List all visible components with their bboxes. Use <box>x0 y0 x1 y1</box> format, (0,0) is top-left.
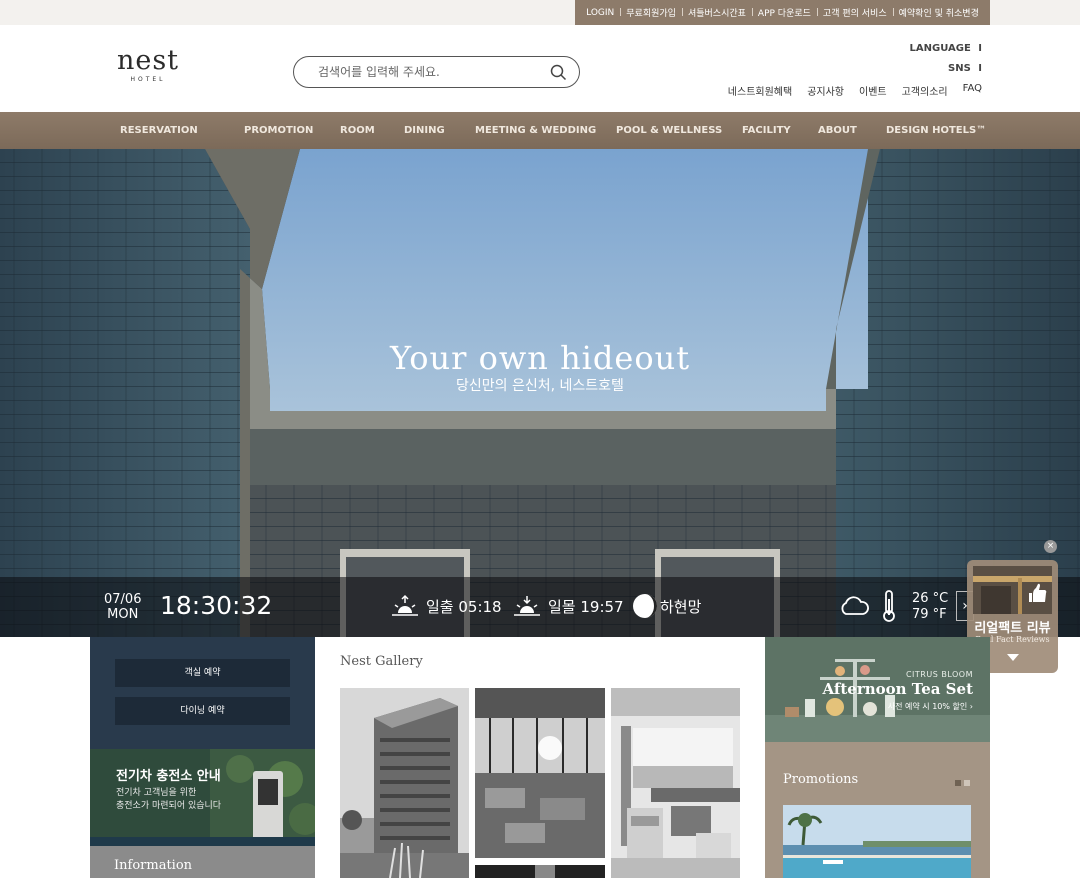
chevron-down-icon[interactable] <box>1007 654 1019 661</box>
top-utility-bar: LOGIN 무료회원가입 셔틀버스시간표 APP 다운로드 고객 편의 서비스 … <box>0 0 1080 25</box>
nav-promotion[interactable]: PROMOTION <box>244 112 313 149</box>
date-value: 07/06 <box>104 592 142 607</box>
hero-banner: Your own hideout 당신만의 은신처, 네스트호텔 07/06 M… <box>0 149 1080 637</box>
nav-about[interactable]: ABOUT <box>818 112 857 149</box>
date-display: 07/06 MON <box>104 592 141 622</box>
moon-text: 하현망 <box>660 597 702 616</box>
temperature: 26 °C 79 °F <box>912 591 948 623</box>
temp-celsius: 26 °C <box>912 591 949 606</box>
sunset-text: 일몰 19:57 <box>548 597 624 616</box>
tea-description: 사전 예약 시 10% 할인 › <box>888 701 973 712</box>
dining-reservation-button[interactable]: 다이닝 예약 <box>115 697 290 725</box>
logo-word: nest <box>116 45 180 76</box>
search-icon[interactable] <box>550 64 567 81</box>
weekday-value: MON <box>107 607 139 622</box>
moon-info: 하현망 <box>632 593 701 619</box>
ev-charging-banner[interactable]: 전기차 충전소 안내 전기차 고객님을 위한 충전소가 마련되어 있습니다 <box>90 749 315 846</box>
nav-meeting-wedding[interactable]: MEETING & WEDDING <box>475 112 596 149</box>
voice-link[interactable]: 고객의소리 <box>902 83 948 98</box>
thermometer-icon <box>883 590 895 622</box>
review-title: 리얼팩트 리뷰 <box>974 621 1051 636</box>
info-bar: 07/06 MON 18:30:32 일출 05:18 일몰 19:57 하현망… <box>0 577 1080 637</box>
temp-fahrenheit: 79 °F <box>912 607 947 622</box>
sunset-info: 일몰 19:57 <box>512 593 624 619</box>
sunrise-icon <box>392 594 418 616</box>
gallery-image-building[interactable] <box>340 688 469 878</box>
moon-icon <box>633 594 657 618</box>
promo-dot-2[interactable] <box>964 780 970 786</box>
afternoon-tea-banner[interactable]: CITRUS BLOOM Afternoon Tea Set 사전 예약 시 1… <box>765 637 990 742</box>
nav-pool-wellness[interactable]: POOL & WELLNESS <box>616 112 722 149</box>
signup-link[interactable]: 무료회원가입 <box>620 6 682 19</box>
nav-room[interactable]: ROOM <box>340 112 375 149</box>
hero-subtitle: 당신만의 은신처, 네스트호텔 <box>456 378 624 394</box>
nav-reservation[interactable]: RESERVATION <box>120 112 198 149</box>
promotions-section: Promotions <box>765 742 990 878</box>
login-link[interactable]: LOGIN <box>580 8 620 18</box>
promo-pagination[interactable] <box>955 780 970 786</box>
promotion-image[interactable] <box>783 805 971 878</box>
header-sub-links: 네스트회원혜택 공지사항 이벤트 고객의소리 FAQ <box>728 83 982 98</box>
logo[interactable]: nest HOTEL <box>116 45 180 83</box>
header: nest HOTEL LANGUAGE SNS 네스트회원혜택 공지사항 이벤트… <box>0 25 1080 112</box>
gallery-title: Nest Gallery <box>340 654 423 669</box>
gallery-image-room[interactable] <box>611 688 740 878</box>
promo-dot-1[interactable] <box>955 780 961 786</box>
cloud-icon <box>841 596 869 615</box>
left-column: 객실 예약 다이닝 예약 전기차 충전소 안내 전기차 고객님을 위한 충전소가… <box>90 637 315 878</box>
close-icon[interactable]: × <box>1044 540 1057 553</box>
event-link[interactable]: 이벤트 <box>859 83 887 98</box>
clock: 18:30:32 <box>160 591 273 620</box>
ev-description: 전기차 고객님을 위한 충전소가 마련되어 있습니다 <box>116 788 222 811</box>
nav-design-hotels[interactable]: DESIGN HOTELS™ <box>886 112 986 149</box>
member-benefits-link[interactable]: 네스트회원혜택 <box>728 83 792 98</box>
tea-small-label: CITRUS BLOOM <box>905 670 973 679</box>
ev-title: 전기차 충전소 안내 <box>116 769 221 784</box>
nest-gallery: Nest Gallery <box>315 637 765 878</box>
sunset-icon <box>514 596 540 616</box>
sns-link[interactable]: SNS <box>910 62 982 82</box>
room-reservation-button[interactable]: 객실 예약 <box>115 659 290 687</box>
sunrise-text: 일출 05:18 <box>426 597 502 616</box>
sunrise-info: 일출 05:18 <box>390 593 502 619</box>
notice-link[interactable]: 공지사항 <box>807 83 844 98</box>
nav-dining[interactable]: DINING <box>404 112 445 149</box>
information-section[interactable]: Information <box>90 846 315 878</box>
nav-facility[interactable]: FACILITY <box>742 112 791 149</box>
gallery-image-restaurant[interactable] <box>475 688 605 858</box>
tea-title: Afternoon Tea Set <box>822 680 973 698</box>
tea-desc-text: 사전 예약 시 10% 할인 <box>887 702 968 711</box>
main-nav: RESERVATION PROMOTION ROOM DINING MEETIN… <box>0 112 1080 149</box>
app-download-link[interactable]: APP 다운로드 <box>751 6 817 19</box>
shuttle-link[interactable]: 셔틀버스시간표 <box>681 6 752 19</box>
chevron-right-icon: › <box>969 702 973 711</box>
faq-link[interactable]: FAQ <box>963 83 982 98</box>
hero-title: Your own hideout <box>389 339 691 377</box>
information-title: Information <box>114 858 193 873</box>
guest-services-link[interactable]: 고객 편의 서비스 <box>816 6 893 19</box>
search-input[interactable] <box>318 65 550 79</box>
reservation-check-link[interactable]: 예약확인 및 취소변경 <box>892 6 985 19</box>
promotions-title: Promotions <box>783 772 859 787</box>
top-links: LOGIN 무료회원가입 셔틀버스시간표 APP 다운로드 고객 편의 서비스 … <box>575 0 990 25</box>
right-column: CITRUS BLOOM Afternoon Tea Set 사전 예약 시 1… <box>765 637 990 878</box>
search-box <box>293 56 580 88</box>
language-link[interactable]: LANGUAGE <box>910 42 982 62</box>
gallery-image-extra[interactable] <box>475 864 605 878</box>
review-thumbnail <box>973 566 1052 614</box>
util-links: LANGUAGE SNS <box>910 42 982 82</box>
logo-sub: HOTEL <box>130 76 166 83</box>
quick-reservation: 객실 예약 다이닝 예약 <box>90 637 315 749</box>
